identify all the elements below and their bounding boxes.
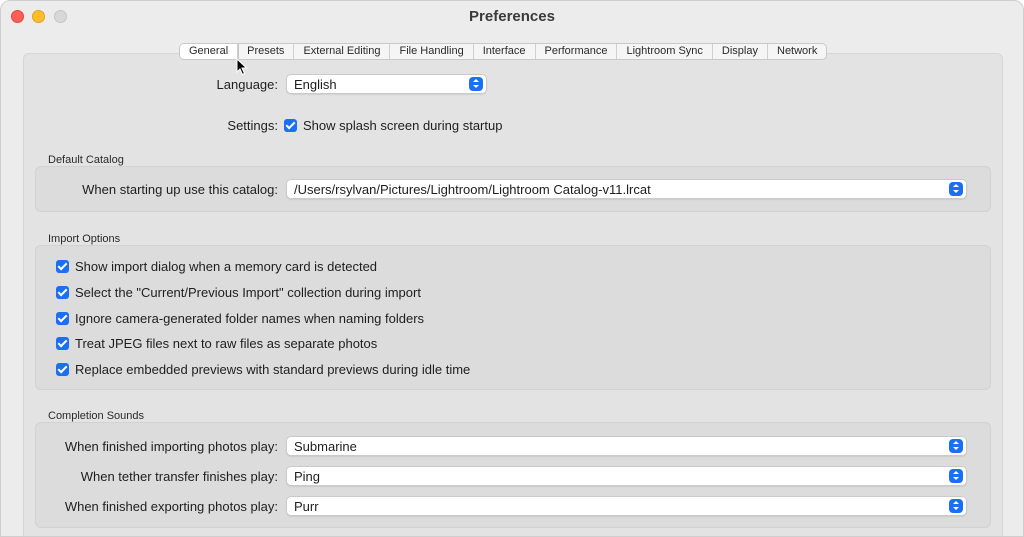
tab-external-editing[interactable]: External Editing	[294, 44, 391, 59]
catalog-label: When starting up use this catalog:	[82, 182, 278, 197]
checkbox[interactable]	[56, 336, 69, 350]
import-option-label: Show import dialog when a memory card is…	[75, 258, 378, 274]
import-options-heading: Import Options	[48, 233, 121, 245]
tab-general[interactable]: General	[180, 44, 239, 59]
select-arrows-icon	[949, 499, 963, 513]
checkbox[interactable]	[56, 311, 69, 325]
import-option-memory-card[interactable]: Show import dialog when a memory card is…	[56, 258, 377, 274]
tab-performance[interactable]: Performance	[536, 44, 618, 59]
checkbox[interactable]	[56, 362, 69, 376]
checkbox[interactable]	[56, 285, 69, 299]
language-label: Language:	[216, 77, 278, 92]
splash-screen-label: Show splash screen during startup	[303, 117, 503, 133]
preferences-tabs: General Presets External Editing File Ha…	[179, 43, 828, 60]
import-option-label: Ignore camera-generated folder names whe…	[75, 310, 425, 326]
tab-network[interactable]: Network	[768, 44, 826, 59]
import-option-jpeg-separate[interactable]: Treat JPEG files next to raw files as se…	[56, 335, 377, 351]
tether-sound-select[interactable]: Ping	[286, 466, 967, 486]
import-option-replace-previews[interactable]: Replace embedded previews with standard …	[56, 361, 470, 377]
select-arrows-icon	[949, 439, 963, 453]
exporting-sound-label: When finished exporting photos play:	[64, 499, 278, 514]
language-value: English	[294, 77, 337, 92]
importing-sound-label: When finished importing photos play:	[64, 439, 278, 454]
exporting-sound-value: Purr	[294, 499, 319, 514]
splash-screen-option[interactable]: Show splash screen during startup	[284, 117, 502, 133]
title-bar: Preferences	[1, 1, 1023, 33]
tab-file-handling[interactable]: File Handling	[390, 44, 474, 59]
splash-screen-checkbox[interactable]	[284, 118, 297, 132]
tab-presets[interactable]: Presets	[238, 44, 295, 59]
catalog-value: /Users/rsylvan/Pictures/Lightroom/Lightr…	[294, 182, 651, 197]
settings-label: Settings:	[227, 118, 278, 133]
import-option-ignore-folder-names[interactable]: Ignore camera-generated folder names whe…	[56, 310, 424, 326]
exporting-sound-select[interactable]: Purr	[286, 496, 967, 516]
tab-interface[interactable]: Interface	[474, 44, 536, 59]
completion-sounds-heading: Completion Sounds	[48, 410, 145, 422]
tether-sound-value: Ping	[294, 469, 321, 484]
tab-display[interactable]: Display	[713, 44, 768, 59]
select-arrows-icon	[949, 469, 963, 483]
import-option-label: Replace embedded previews with standard …	[75, 361, 471, 377]
catalog-select[interactable]: /Users/rsylvan/Pictures/Lightroom/Lightr…	[286, 179, 967, 199]
import-option-label: Treat JPEG files next to raw files as se…	[75, 335, 378, 351]
import-option-current-previous[interactable]: Select the "Current/Previous Import" col…	[56, 284, 421, 300]
tether-sound-label: When tether transfer finishes play:	[80, 469, 278, 484]
import-option-label: Select the "Current/Previous Import" col…	[75, 284, 421, 300]
select-arrows-icon	[949, 182, 963, 196]
select-arrows-icon	[469, 77, 483, 91]
window-title: Preferences	[469, 8, 555, 25]
checkbox[interactable]	[56, 259, 69, 273]
preferences-window: Preferences General Presets External Edi…	[0, 0, 1024, 537]
importing-sound-select[interactable]: Submarine	[286, 436, 967, 456]
importing-sound-value: Submarine	[294, 439, 357, 454]
tab-lightroom-sync[interactable]: Lightroom Sync	[617, 44, 713, 59]
default-catalog-heading: Default Catalog	[48, 154, 124, 166]
language-select[interactable]: English	[286, 74, 487, 94]
